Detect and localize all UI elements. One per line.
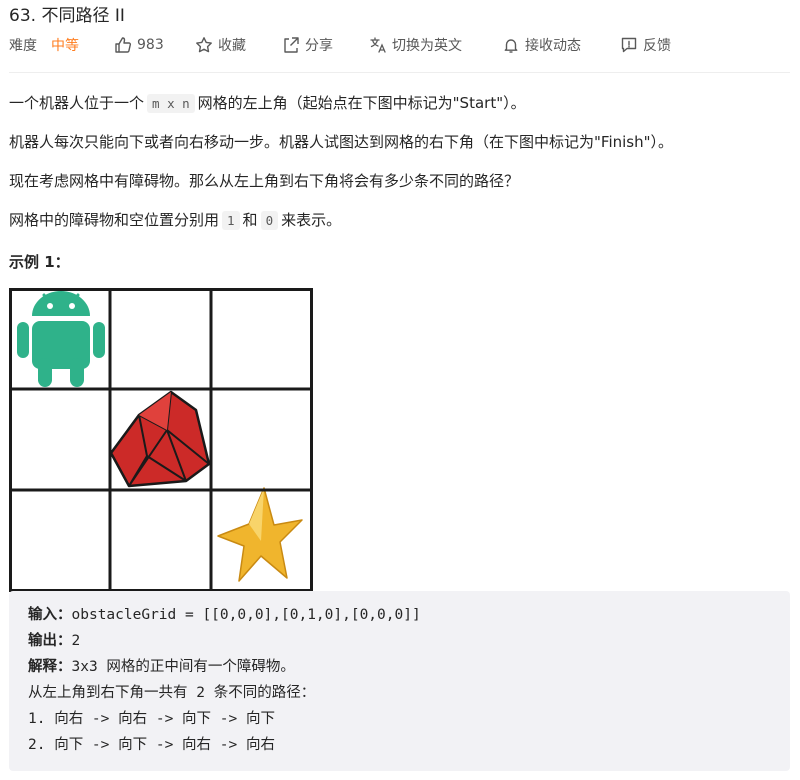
translate-button[interactable]: 切换为英文 xyxy=(369,34,462,56)
share-button[interactable]: 分享 xyxy=(282,34,333,56)
bell-icon xyxy=(502,36,520,54)
share-icon xyxy=(282,36,300,54)
header-divider xyxy=(9,72,790,73)
explain-value: 3x3 网格的正中间有一个障碍物。 xyxy=(71,659,295,675)
feedback-button[interactable]: 反馈 xyxy=(620,34,671,56)
p4-text-mid: 和 xyxy=(242,211,258,229)
like-button[interactable]: 983 xyxy=(114,34,164,56)
translate-icon xyxy=(369,36,387,54)
obstacle-code: 1 xyxy=(222,211,240,230)
output-label: 输出： xyxy=(28,633,72,649)
follow-button[interactable]: 接收动态 xyxy=(502,34,581,56)
input-label: 输入： xyxy=(28,607,72,623)
description-paragraph-2: 机器人每次只能向下或者向右移动一步。机器人试图达到网格的右下角（在下图中标记为"… xyxy=(9,133,674,151)
description-paragraph-1: 一个机器人位于一个 m x n 网格的左上角（起始点在下图中标记为"Start"）。 xyxy=(9,92,526,115)
follow-label: 接收动态 xyxy=(525,38,581,54)
example-line-3: 1. 向右 -> 向右 -> 向下 -> 向下 xyxy=(28,711,275,727)
problem-title: 63. 不同路径 II xyxy=(9,6,125,26)
output-value: 2 xyxy=(71,633,81,649)
like-count: 983 xyxy=(137,37,164,53)
thumbs-up-icon xyxy=(114,36,132,54)
favorite-label: 收藏 xyxy=(218,38,246,54)
description-paragraph-3: 现在考虑网格中有障碍物。那么从左上角到右下角将会有多少条不同的路径？ xyxy=(9,172,520,190)
example-heading: 示例 1： xyxy=(9,253,70,271)
explain-label: 解释： xyxy=(28,659,72,675)
share-label: 分享 xyxy=(305,38,333,54)
difficulty-badge: 中等 xyxy=(51,38,79,54)
star-outline-icon xyxy=(195,36,213,54)
example-grid-image xyxy=(9,288,313,592)
example-input-line: 输入：obstacleGrid = [[0,0,0],[0,1,0],[0,0,… xyxy=(28,604,421,626)
empty-code: 0 xyxy=(260,211,279,230)
example-explain-line: 解释：3x3 网格的正中间有一个障碍物。 xyxy=(28,656,295,678)
grid-size-code: m x n xyxy=(147,94,195,113)
description-paragraph-4: 网格中的障碍物和空位置分别用 1 和 0 来表示。 xyxy=(9,209,341,232)
feedback-icon xyxy=(620,36,638,54)
p1-text-after: 网格的左上角（起始点在下图中标记为"Start"）。 xyxy=(197,94,526,112)
favorite-button[interactable]: 收藏 xyxy=(195,34,246,56)
problem-meta-bar: 难度 中等 983 收藏 分享 切换为英文 接收动态 反馈 xyxy=(9,34,789,56)
example-line-4: 2. 向下 -> 向下 -> 向右 -> 向右 xyxy=(28,737,275,753)
example-line-2: 从左上角到右下角一共有 2 条不同的路径： xyxy=(28,685,316,701)
p4-text-after: 来表示。 xyxy=(281,211,342,229)
p1-text-before: 一个机器人位于一个 xyxy=(9,94,145,112)
feedback-label: 反馈 xyxy=(643,38,671,54)
input-value: obstacleGrid = [[0,0,0],[0,1,0],[0,0,0]] xyxy=(71,607,421,623)
example-output-line: 输出：2 xyxy=(28,630,80,652)
p4-text-before: 网格中的障碍物和空位置分别用 xyxy=(9,211,220,229)
difficulty-label: 难度 xyxy=(9,38,37,54)
translate-label: 切换为英文 xyxy=(392,38,462,54)
example-code-block: 输入：obstacleGrid = [[0,0,0],[0,1,0],[0,0,… xyxy=(9,591,790,771)
